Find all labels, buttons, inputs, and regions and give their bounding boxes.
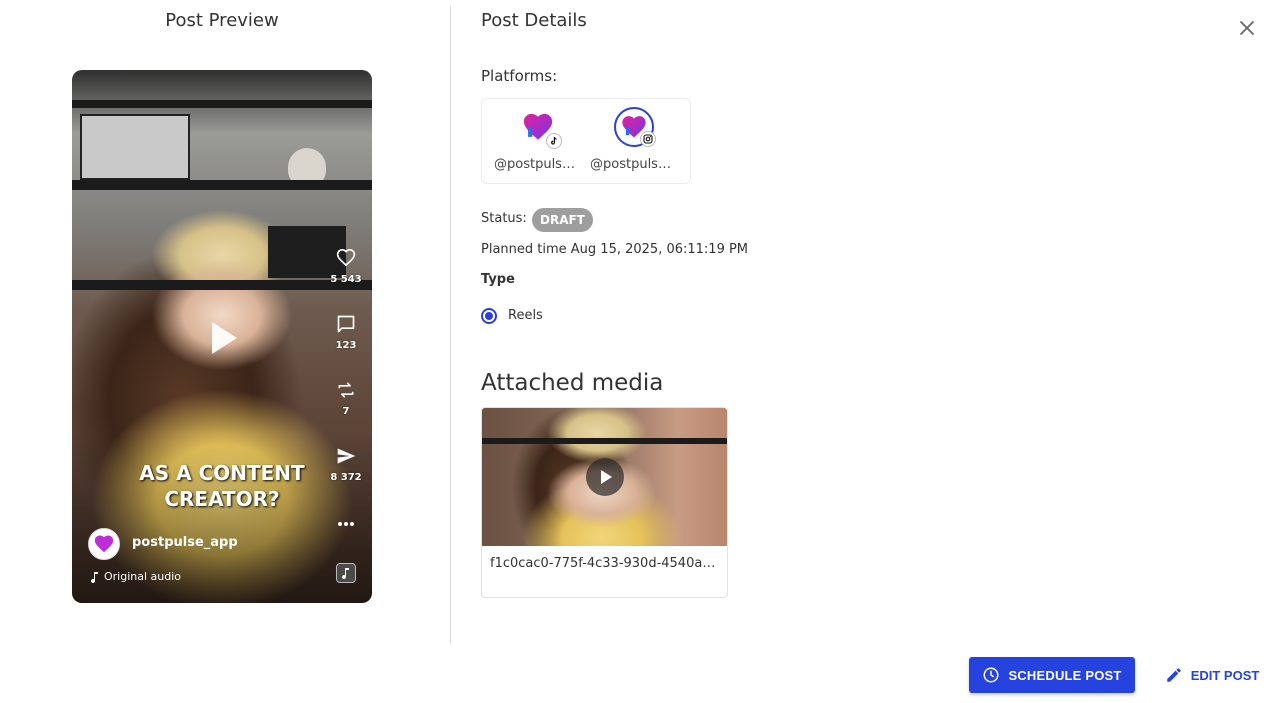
edit-post-label: EDIT POST [1190,667,1260,683]
repost-count: 7 [342,406,350,417]
heart-icon [336,248,356,267]
share-count: 8 372 [330,472,362,483]
background-shelf [72,100,372,108]
planned-time: Planned time Aug 15, 2025, 06:11:19 PM [481,242,749,257]
share-action[interactable]: 8 372 [328,446,364,483]
comment-action[interactable]: 123 [328,314,364,351]
column-divider [450,6,451,643]
caption-line: AS A CONTENT [139,461,305,485]
preview-username: postpulse_app [132,535,238,550]
avatar[interactable] [88,528,120,560]
comment-count: 123 [335,340,357,351]
background-shelf [72,180,372,190]
media-filename: f1c0cac0-775f-4c33-930d-4540a… [490,556,716,571]
send-icon [337,448,356,464]
edit-post-button[interactable]: EDIT POST [1160,657,1264,693]
more-action[interactable] [328,520,364,528]
play-icon[interactable] [586,458,624,496]
post-dialog: Post Preview 5 543 123 7 8 372 AS A CONT… [0,0,1269,703]
like-count: 5 543 [330,274,362,285]
tiktok-icon [546,133,562,149]
background-shelf [482,438,727,444]
play-icon[interactable] [212,322,237,354]
type-radio-label[interactable]: Reels [508,308,543,323]
platform-logo [518,107,562,149]
type-label: Type [481,272,515,287]
brand-logo-icon [94,535,114,553]
platform-instagram[interactable]: @postpulse_… [586,107,682,172]
status-label: Status: [481,211,527,226]
pencil-icon [1166,668,1181,682]
attached-media-card[interactable]: f1c0cac0-775f-4c33-930d-4540a… [481,407,728,598]
video-preview[interactable]: 5 543 123 7 8 372 AS A CONTENT CREATOR? … [72,70,372,603]
audio-label: Original audio [90,570,181,583]
comment-icon [337,315,355,333]
close-button[interactable] [1236,17,1258,39]
schedule-post-button[interactable]: SCHEDULE POST [969,657,1135,693]
close-icon [1240,21,1254,35]
music-note-icon [342,568,349,579]
media-thumbnail[interactable] [482,408,727,546]
clock-icon [983,667,999,683]
music-note-icon [91,571,98,583]
repost-action[interactable]: 7 [328,380,364,417]
like-action[interactable]: 5 543 [328,248,364,285]
type-radio-reels[interactable] [481,308,497,324]
more-icon [338,522,354,526]
schedule-post-label: SCHEDULE POST [1008,667,1122,683]
audio-text: Original audio [104,570,182,583]
status-badge: DRAFT [532,208,593,232]
background-shelf [72,280,372,290]
music-disc-button[interactable] [336,563,356,583]
platform-logo-selected [614,107,656,147]
instagram-icon [640,131,656,147]
caption-line: CREATOR? [164,487,280,511]
platform-handle: @postpulse.… [494,157,586,172]
post-details-title: Post Details [481,10,587,31]
repost-icon [338,382,354,398]
platform-handle: @postpulse_… [590,157,682,172]
video-caption: AS A CONTENT CREATOR? [132,460,312,512]
post-preview-title: Post Preview [165,10,279,31]
platforms-list: @postpulse.… @postpulse_… [481,98,691,184]
platform-tiktok[interactable]: @postpulse.… [490,107,586,172]
attached-media-title: Attached media [481,370,664,396]
background-poster [80,114,190,180]
platforms-label: Platforms: [481,67,558,85]
